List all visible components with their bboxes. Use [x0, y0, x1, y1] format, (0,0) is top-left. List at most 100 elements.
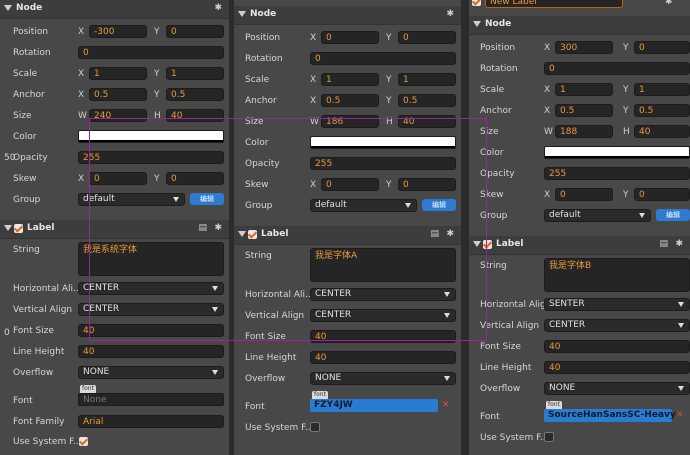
node-name-input[interactable]: New Label: [485, 0, 623, 8]
label-section-header[interactable]: Label ▤ ✱: [469, 236, 690, 255]
label-enabled-checkbox[interactable]: [483, 240, 492, 249]
skew-y-input[interactable]: 0: [166, 172, 224, 185]
horizontal-align-select[interactable]: CENTER: [310, 288, 456, 301]
scale-x-input[interactable]: 1: [89, 67, 147, 80]
anchor-y-input[interactable]: 0.5: [634, 104, 690, 117]
label-section-header[interactable]: Label ▤ ✱: [0, 220, 229, 239]
anchor-y-input[interactable]: 0.5: [398, 94, 456, 107]
overflow-select[interactable]: NONE: [544, 382, 690, 395]
size-h-input[interactable]: 40: [634, 125, 690, 138]
line-height-input[interactable]: 40: [78, 345, 224, 358]
gear-icon[interactable]: ✱: [214, 3, 222, 13]
anchor-y-input[interactable]: 0.5: [166, 88, 224, 101]
horizontal-align-value: CENTER: [315, 289, 352, 299]
position-x-input[interactable]: 300: [555, 41, 613, 54]
use-system-font-checkbox[interactable]: [79, 437, 88, 446]
anchor-x-input[interactable]: 0.5: [555, 104, 613, 117]
line-height-input[interactable]: 40: [310, 351, 456, 364]
font-size-input[interactable]: 40: [310, 330, 456, 343]
skew-y-input[interactable]: 0: [398, 178, 456, 191]
vertical-align-select[interactable]: CENTER: [78, 303, 224, 316]
skew-x-input[interactable]: 0: [321, 178, 379, 191]
vertical-align-select[interactable]: CENTER: [544, 319, 690, 332]
clear-font-icon[interactable]: ✕: [676, 410, 684, 420]
label-enabled-checkbox[interactable]: [248, 230, 257, 239]
scale-y-input[interactable]: 1: [398, 73, 456, 86]
use-system-font-checkbox[interactable]: [310, 422, 320, 432]
string-textarea[interactable]: 我是系统字体: [78, 242, 224, 276]
anchor-x-input[interactable]: 0.5: [321, 94, 379, 107]
collapse-icon[interactable]: [473, 241, 481, 247]
skew-x-input[interactable]: 0: [555, 188, 613, 201]
collapse-icon[interactable]: [238, 231, 246, 237]
color-swatch[interactable]: [544, 146, 690, 159]
node-active-checkbox[interactable]: [472, 0, 481, 6]
label-enabled-checkbox[interactable]: [14, 224, 23, 233]
size-w-input[interactable]: 188: [555, 125, 613, 138]
opacity-input[interactable]: 255: [544, 167, 690, 180]
gear-icon[interactable]: ✱: [675, 239, 683, 249]
position-x-input[interactable]: -300: [89, 25, 147, 38]
node-section-header[interactable]: Node ✱: [234, 6, 461, 25]
collapse-icon[interactable]: [473, 21, 481, 27]
anchor-x-input[interactable]: 0.5: [89, 88, 147, 101]
group-select[interactable]: default: [310, 199, 417, 212]
scale-y-input[interactable]: 1: [166, 67, 224, 80]
node-section-header[interactable]: Node: [469, 16, 690, 35]
scale-x-input[interactable]: 1: [555, 83, 613, 96]
string-textarea[interactable]: 我是字体B: [544, 258, 690, 292]
book-icon[interactable]: ▤: [198, 223, 207, 233]
position-y-input[interactable]: 0: [398, 31, 456, 44]
collapse-icon[interactable]: [238, 11, 246, 17]
skew-y-input[interactable]: 0: [634, 188, 690, 201]
font-size-input[interactable]: 40: [78, 324, 224, 337]
opacity-input[interactable]: 255: [310, 157, 456, 170]
scale-y-input[interactable]: 1: [634, 83, 690, 96]
group-value: default: [315, 200, 347, 210]
font-asset-field[interactable]: FZY4JW: [310, 399, 438, 412]
position-y-input[interactable]: 0: [166, 25, 224, 38]
rotation-input[interactable]: 0: [310, 52, 456, 65]
vertical-align-select[interactable]: CENTER: [310, 309, 456, 322]
string-textarea[interactable]: 我是字体A: [310, 248, 456, 282]
size-w-input[interactable]: 186: [321, 115, 379, 128]
edit-group-button[interactable]: 编辑: [656, 209, 690, 221]
edit-group-button[interactable]: 编辑: [190, 193, 224, 205]
gear-icon[interactable]: ✱: [446, 229, 454, 239]
color-swatch[interactable]: [310, 136, 456, 149]
group-select[interactable]: default: [544, 209, 651, 222]
book-icon[interactable]: ▤: [430, 229, 439, 239]
size-h-input[interactable]: 40: [166, 109, 224, 122]
scale-x-input[interactable]: 1: [321, 73, 379, 86]
edit-group-button[interactable]: 编辑: [422, 199, 456, 211]
rotation-input[interactable]: 0: [544, 62, 690, 75]
opacity-input[interactable]: 255: [78, 151, 224, 164]
node-section-header[interactable]: Node ✱: [0, 0, 229, 19]
position-x-input[interactable]: 0: [321, 31, 379, 44]
position-y-input[interactable]: 0: [634, 41, 690, 54]
color-swatch[interactable]: [78, 130, 224, 143]
size-w-input[interactable]: 240: [89, 109, 147, 122]
rotation-input[interactable]: 0: [78, 46, 224, 59]
book-icon[interactable]: ▤: [659, 239, 668, 249]
collapse-icon[interactable]: [4, 225, 12, 231]
use-system-font-checkbox[interactable]: [544, 432, 554, 442]
font-asset-field[interactable]: None: [78, 393, 224, 406]
gear-icon[interactable]: ✱: [665, 0, 673, 7]
size-h-input[interactable]: 40: [398, 115, 456, 128]
gear-icon[interactable]: ✱: [446, 9, 454, 19]
overflow-select[interactable]: NONE: [78, 366, 224, 379]
label-section-header[interactable]: Label ▤ ✱: [234, 226, 461, 245]
group-select[interactable]: default: [78, 193, 185, 206]
font-asset-field[interactable]: SourceHanSansSC-Heavy: [544, 409, 676, 422]
font-family-input[interactable]: Arial: [78, 415, 224, 428]
horizontal-align-select[interactable]: CENTER: [78, 282, 224, 295]
clear-font-icon[interactable]: ✕: [442, 400, 450, 410]
line-height-input[interactable]: 40: [544, 361, 690, 374]
collapse-icon[interactable]: [4, 5, 12, 11]
overflow-select[interactable]: NONE: [310, 372, 456, 385]
horizontal-align-select[interactable]: SENTER: [544, 298, 690, 311]
skew-x-input[interactable]: 0: [89, 172, 147, 185]
font-size-input[interactable]: 40: [544, 340, 690, 353]
gear-icon[interactable]: ✱: [214, 223, 222, 233]
